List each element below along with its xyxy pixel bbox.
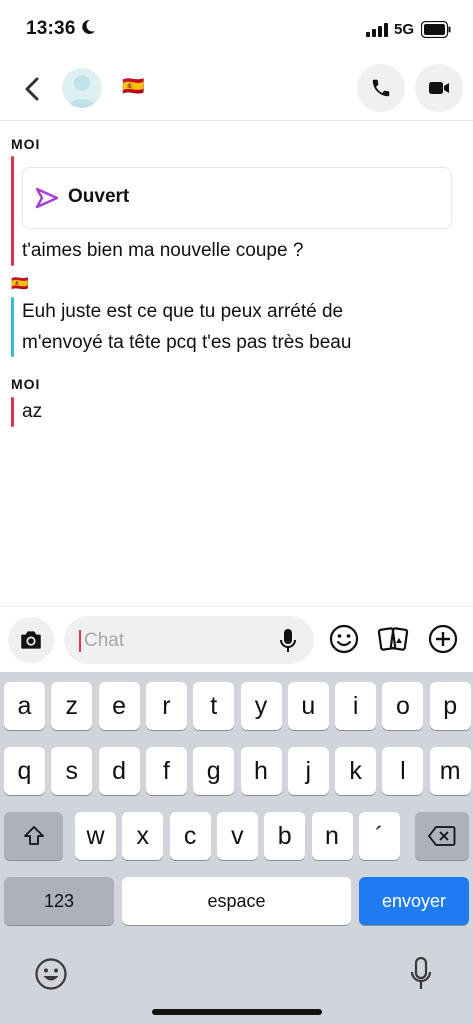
snap-status-card[interactable]: Ouvert xyxy=(22,167,452,229)
message-text-line[interactable]: m'envoyé ta tête pcq t'es pas très beau xyxy=(22,327,351,358)
opened-snap-arrow-icon xyxy=(35,187,59,209)
key[interactable]: j xyxy=(287,747,329,795)
key[interactable]: e xyxy=(98,682,140,730)
emoji-icon[interactable] xyxy=(328,623,360,655)
key[interactable]: x xyxy=(122,812,164,860)
key[interactable]: ´ xyxy=(358,812,400,860)
send-key[interactable]: envoyer xyxy=(359,877,469,925)
key[interactable]: u xyxy=(287,682,329,730)
message-bar-me xyxy=(11,156,14,266)
key[interactable]: z xyxy=(51,682,93,730)
phone-icon xyxy=(372,79,390,97)
status-bar: 13:36 5G xyxy=(0,0,473,60)
dictation-microphone-icon[interactable] xyxy=(409,956,433,992)
numbers-key[interactable]: 123 xyxy=(4,877,114,925)
emoji-keyboard-icon[interactable] xyxy=(34,957,68,991)
shift-arrow-icon xyxy=(23,826,44,845)
key[interactable]: s xyxy=(51,747,93,795)
key[interactable]: n xyxy=(311,812,353,860)
sender-label-me: MOI xyxy=(11,136,41,152)
microphone-icon[interactable] xyxy=(278,628,298,654)
key[interactable]: k xyxy=(335,747,377,795)
key[interactable]: h xyxy=(240,747,282,795)
status-time: 13:36 xyxy=(26,18,76,39)
sender-flag-friend: 🇪🇸 xyxy=(11,275,29,291)
avatar[interactable] xyxy=(62,68,102,108)
chat-input-container[interactable] xyxy=(64,616,314,664)
snap-status-label: Ouvert xyxy=(68,186,130,207)
space-key[interactable]: espace xyxy=(122,877,351,925)
call-button[interactable] xyxy=(357,64,405,112)
camera-icon xyxy=(21,631,41,649)
contact-flag[interactable]: 🇪🇸 xyxy=(122,76,148,96)
key[interactable]: v xyxy=(216,812,258,860)
key[interactable]: g xyxy=(193,747,235,795)
key[interactable]: m xyxy=(429,747,471,795)
key[interactable]: w xyxy=(75,812,116,860)
home-indicator xyxy=(152,1009,322,1015)
message-text[interactable]: t'aimes bien ma nouvelle coupe ? xyxy=(22,235,303,266)
video-call-button[interactable] xyxy=(415,64,463,112)
network-label: 5G xyxy=(394,21,415,38)
key[interactable]: q xyxy=(4,747,45,795)
key[interactable]: p xyxy=(429,682,471,730)
key[interactable]: d xyxy=(98,747,140,795)
camera-button[interactable] xyxy=(8,617,54,663)
memories-cards-icon[interactable] xyxy=(377,623,409,655)
backspace-key[interactable] xyxy=(415,812,469,860)
text-cursor xyxy=(79,630,81,652)
backspace-icon xyxy=(428,826,456,846)
video-camera-icon xyxy=(429,82,449,94)
key[interactable]: t xyxy=(193,682,235,730)
key[interactable]: r xyxy=(145,682,187,730)
key[interactable]: a xyxy=(4,682,45,730)
key[interactable]: y xyxy=(240,682,282,730)
key[interactable]: o xyxy=(382,682,424,730)
key[interactable]: c xyxy=(169,812,211,860)
sender-label-me: MOI xyxy=(11,376,41,392)
key[interactable]: i xyxy=(335,682,377,730)
back-chevron-icon[interactable] xyxy=(20,75,44,103)
message-composer xyxy=(0,606,473,673)
chat-input[interactable] xyxy=(82,626,276,656)
key[interactable]: l xyxy=(382,747,424,795)
person-icon xyxy=(68,75,96,108)
message-text[interactable]: az xyxy=(22,396,42,427)
key[interactable]: f xyxy=(145,747,187,795)
chat-header: 🇪🇸 xyxy=(0,60,473,121)
key[interactable]: b xyxy=(264,812,306,860)
signal-icon xyxy=(366,23,388,37)
message-bar-friend xyxy=(11,297,14,357)
battery-icon xyxy=(421,21,451,38)
keyboard: azertyuiop qsdfghjklm w x c v b n ´ 123 espace… xyxy=(0,672,473,1024)
plus-circle-icon[interactable] xyxy=(427,623,459,655)
shift-key[interactable] xyxy=(4,812,63,860)
moon-icon xyxy=(82,19,95,34)
message-text-line[interactable]: Euh juste est ce que tu peux arrété de xyxy=(22,296,343,327)
message-bar-me xyxy=(11,397,14,427)
